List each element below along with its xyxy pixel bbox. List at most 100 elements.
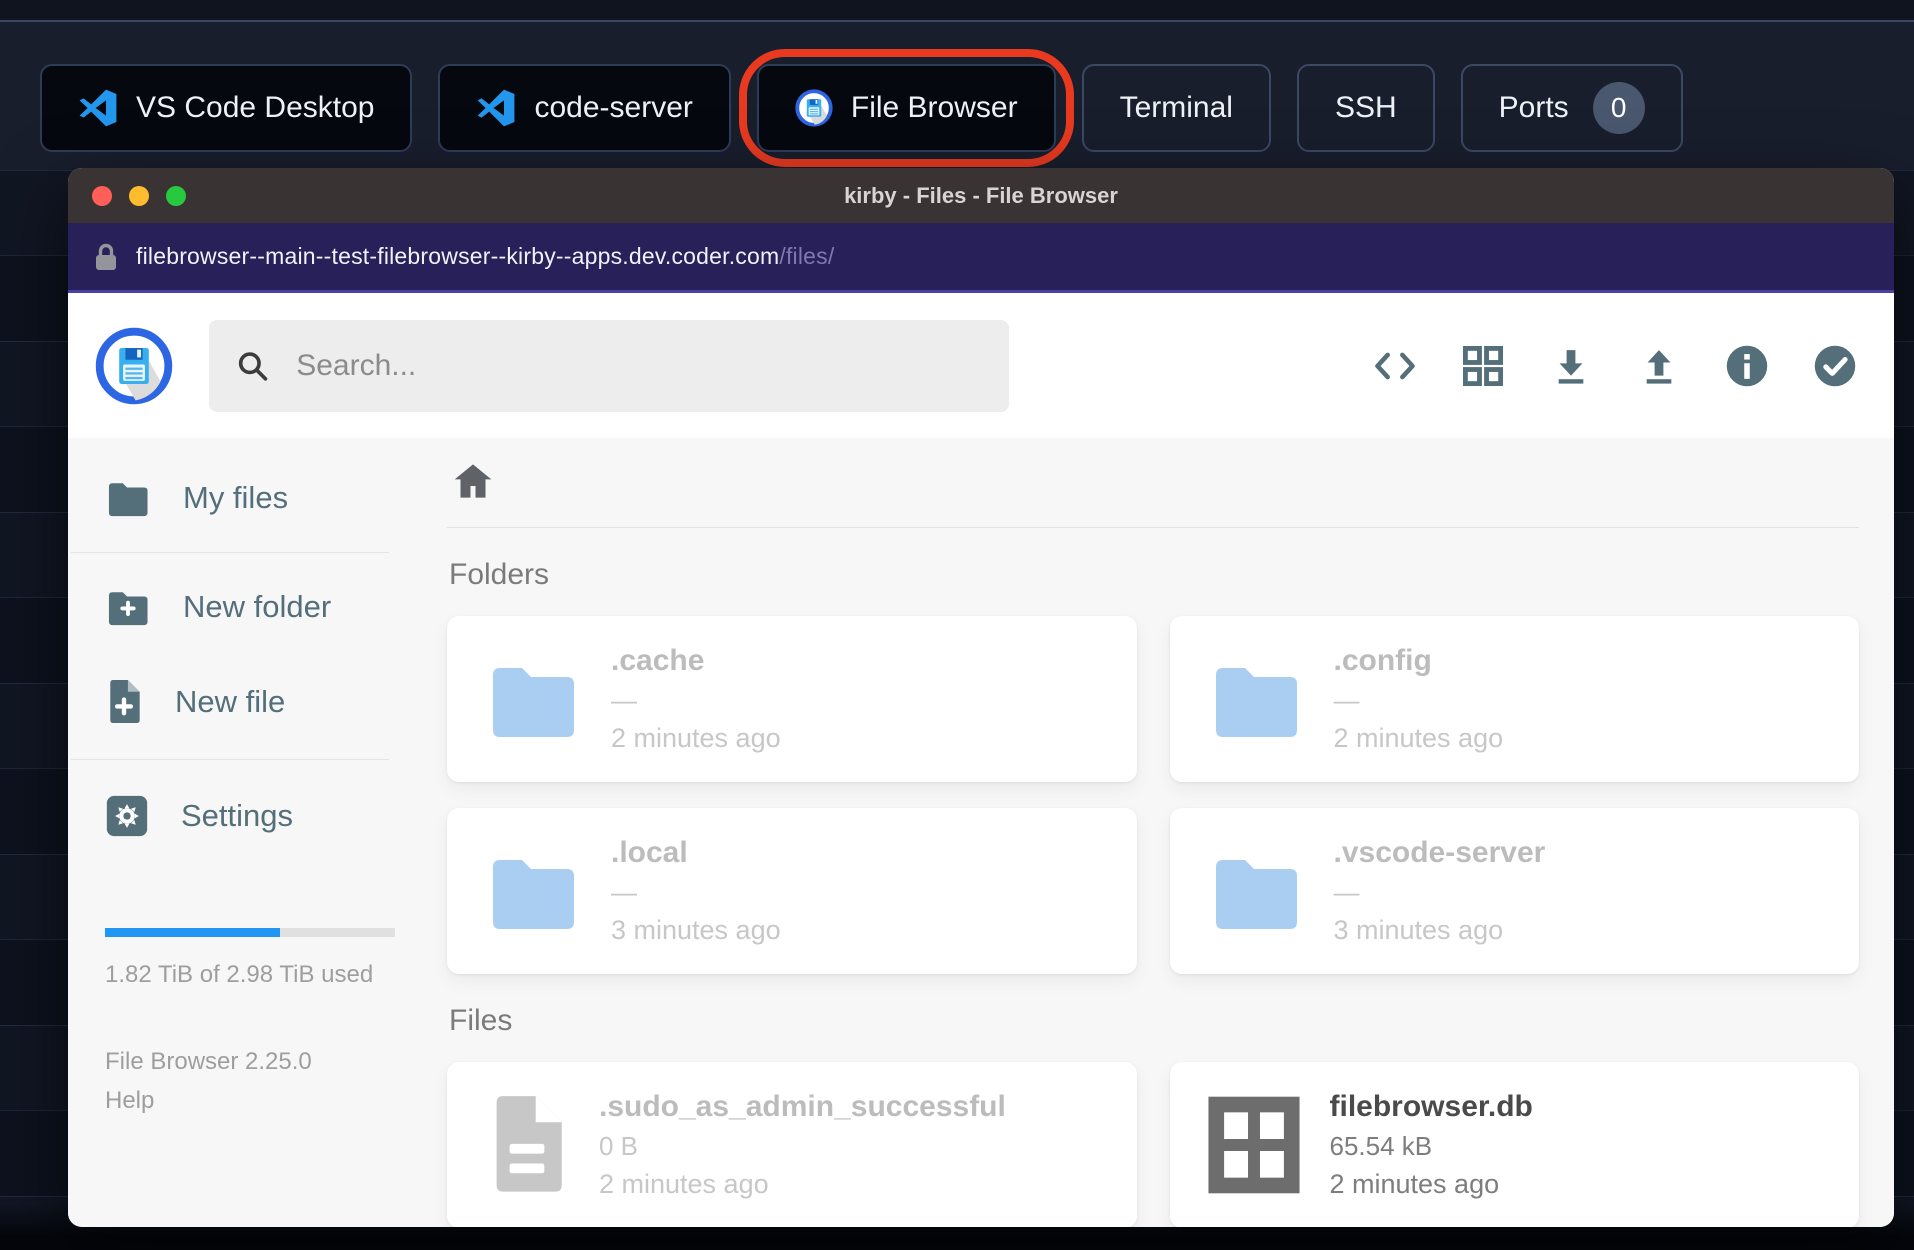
divider [447, 527, 1859, 528]
folder-card-config[interactable]: .config — 2 minutes ago [1169, 616, 1859, 782]
file-listing: Folders .cache — 2 minutes ago .config — [410, 438, 1894, 1227]
card-text: filebrowser.db 65.54 kB 2 minutes ago [1330, 1090, 1533, 1200]
folder-card-local[interactable]: .local — 3 minutes ago [447, 808, 1137, 974]
home-button[interactable] [453, 462, 493, 503]
card-text: .sudo_as_admin_successful 0 B 2 minutes … [599, 1090, 1006, 1200]
item-name: filebrowser.db [1329, 1090, 1533, 1123]
tab-label: File Browser [850, 91, 1018, 124]
sidebar-item-settings[interactable]: Settings [68, 768, 410, 864]
tab-terminal[interactable]: Terminal [1081, 64, 1271, 152]
folders-header: Folders [449, 558, 550, 591]
minimize-window-button[interactable] [129, 185, 149, 206]
vscode-icon [478, 89, 515, 127]
help-link[interactable]: Help [105, 1084, 154, 1119]
sidebar-item-label: Settings [181, 798, 294, 833]
breadcrumb [447, 452, 1859, 527]
item-name: .local [611, 836, 688, 869]
tab-ports[interactable]: Ports 0 [1460, 64, 1683, 152]
url-text: filebrowser--main--test-filebrowser--kir… [136, 243, 834, 270]
card-text: .cache — 2 minutes ago [611, 644, 781, 754]
sidebar-footer: File Browser 2.25.0 Help [105, 1045, 410, 1119]
app-header [68, 293, 1894, 438]
database-file-icon [1207, 1096, 1300, 1194]
tab-label: Ports [1498, 91, 1569, 124]
search-box [209, 319, 1009, 412]
card-text: .config — 2 minutes ago [1334, 644, 1504, 754]
filebrowser-logo[interactable] [95, 327, 173, 405]
tab-ssh[interactable]: SSH [1296, 64, 1435, 152]
folder-icon [1215, 668, 1297, 737]
item-name: .vscode-server [1333, 836, 1546, 869]
select-multiple-button[interactable] [1812, 343, 1858, 389]
files-header: Files [449, 1004, 513, 1037]
tab-vscode-desktop[interactable]: VS Code Desktop [40, 64, 413, 152]
sidebar-item-label: New folder [183, 589, 332, 624]
ports-count-badge: 0 [1592, 82, 1645, 134]
card-text: .local — 3 minutes ago [611, 836, 781, 946]
sidebar-item-label: My files [183, 480, 289, 515]
tab-label: code-server [534, 91, 693, 124]
tab-label: VS Code Desktop [136, 91, 375, 124]
search-icon [238, 351, 268, 381]
sidebar-item-new-folder[interactable]: New folder [68, 561, 410, 653]
file-icon [496, 1096, 562, 1192]
window-titlebar: kirby - Files - File Browser [68, 168, 1894, 223]
header-toolbar [1372, 343, 1858, 389]
usage-progress-track [105, 928, 395, 937]
home-icon [454, 464, 492, 498]
file-card-sudo-as-admin-successful[interactable]: .sudo_as_admin_successful 0 B 2 minutes … [447, 1062, 1137, 1227]
file-browser-window: kirby - Files - File Browser filebrowser… [68, 168, 1894, 1227]
check-circle-icon [1814, 345, 1856, 386]
view-mode-button[interactable] [1460, 343, 1506, 389]
usage-text: 1.82 TiB of 2.98 TiB used [105, 961, 374, 988]
app-tab-bar: VS Code Desktop code-server File Browser… [40, 49, 1683, 167]
tab-file-browser[interactable]: File Browser [738, 49, 1074, 167]
item-modified: 3 minutes ago [611, 915, 781, 945]
item-size: — [1333, 877, 1360, 907]
tab-code-server[interactable]: code-server [438, 64, 731, 152]
file-card-filebrowser-db[interactable]: filebrowser.db 65.54 kB 2 minutes ago [1169, 1062, 1859, 1227]
folder-icon [493, 668, 574, 737]
raw-code-toggle-button[interactable] [1372, 343, 1418, 389]
folder-plus-icon [108, 592, 148, 626]
item-modified: 2 minutes ago [1333, 723, 1504, 753]
download-button[interactable] [1548, 343, 1594, 389]
item-size: 0 B [599, 1131, 639, 1161]
file-plus-icon [110, 679, 140, 724]
close-window-button[interactable] [92, 185, 112, 206]
upload-button[interactable] [1636, 343, 1682, 389]
address-bar[interactable]: filebrowser--main--test-filebrowser--kir… [68, 223, 1894, 293]
code-icon [1375, 352, 1415, 379]
info-icon [1726, 345, 1768, 386]
item-size: — [611, 877, 637, 907]
sidebar-item-my-files[interactable]: My files [68, 452, 410, 544]
item-modified: 2 minutes ago [1329, 1169, 1500, 1199]
zoom-window-button[interactable] [166, 185, 186, 206]
divider [71, 552, 389, 553]
item-modified: 2 minutes ago [611, 723, 781, 753]
top-strip [0, 0, 1914, 22]
item-name: .cache [611, 644, 705, 677]
sidebar: My files New folder New file Settings 1.… [68, 438, 410, 1227]
folder-icon [1215, 860, 1297, 929]
folder-card-vscode-server[interactable]: .vscode-server — 3 minutes ago [1169, 808, 1859, 974]
files-grid: .sudo_as_admin_successful 0 B 2 minutes … [447, 1062, 1859, 1227]
folder-card-cache[interactable]: .cache — 2 minutes ago [447, 616, 1137, 782]
grid-view-icon [1462, 345, 1504, 386]
folders-grid: .cache — 2 minutes ago .config — 2 minut… [447, 616, 1859, 974]
sidebar-item-new-file[interactable]: New file [68, 653, 410, 751]
item-size: 65.54 kB [1329, 1131, 1433, 1161]
info-button[interactable] [1724, 343, 1770, 389]
traffic-lights [92, 185, 186, 206]
item-size: — [611, 685, 637, 715]
search-input[interactable] [294, 347, 981, 384]
storage-usage: 1.82 TiB of 2.98 TiB used [105, 928, 395, 989]
vscode-icon [79, 89, 117, 127]
tab-label: SSH [1334, 91, 1397, 124]
item-modified: 2 minutes ago [599, 1169, 769, 1199]
lock-icon [96, 243, 116, 270]
card-text: .vscode-server — 3 minutes ago [1334, 836, 1546, 946]
divider [71, 759, 389, 760]
item-modified: 3 minutes ago [1333, 915, 1504, 945]
item-name: .sudo_as_admin_successful [599, 1090, 1006, 1123]
